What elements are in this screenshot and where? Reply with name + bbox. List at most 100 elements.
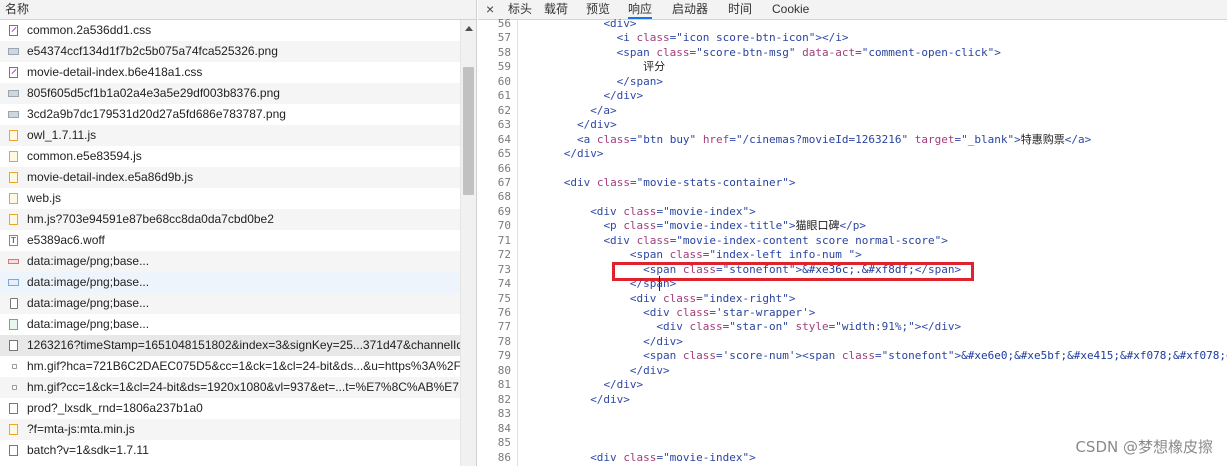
- request-row[interactable]: data:image/png;base...: [0, 272, 460, 293]
- code-line: </div>: [563, 147, 604, 161]
- document-icon: [9, 445, 18, 456]
- tab-6[interactable]: Cookie: [772, 0, 809, 18]
- request-row[interactable]: ?f=mta-js:mta.min.js: [0, 419, 460, 440]
- request-name: data:image/png;base...: [27, 275, 150, 289]
- line-number: 79: [497, 349, 511, 363]
- font-file-icon: T: [9, 235, 18, 246]
- line-number: 67: [497, 175, 511, 189]
- code-line: <span class="index-left info-num ">: [629, 248, 862, 262]
- code-line: <div>: [603, 17, 637, 30]
- name-column-header[interactable]: 名称: [0, 0, 476, 20]
- scrollbar-thumb[interactable]: [463, 67, 474, 195]
- request-name: movie-detail-index.e5a86d9b.js: [27, 170, 194, 184]
- code-line: <span class="stonefont">&#xe36c;.&#xf8df…: [643, 262, 962, 276]
- code-line: <div class="movie-index">: [590, 450, 756, 464]
- phone-image-icon: [10, 298, 18, 309]
- line-number: 65: [497, 147, 511, 161]
- request-name: 3cd2a9b7dc179531d20d27a5fd686e783787.png: [27, 107, 286, 121]
- tab-5[interactable]: 时间: [728, 0, 752, 18]
- request-list: common.2a536dd1.css e54374ccf134d1f7b2c5b…: [0, 20, 460, 461]
- css-file-icon: [9, 67, 18, 78]
- line-number: 66: [497, 161, 511, 175]
- response-code-view[interactable]: 56 57 58 59 60 61 62 63 64 65 66 67 68 69 70 71 72 73 74 75…: [478, 17, 1227, 466]
- gif-icon: [12, 364, 17, 369]
- tab-0[interactable]: 标头: [508, 0, 532, 18]
- code-line: <div class="star-on" style="width:91%;">…: [656, 320, 962, 334]
- request-name: prod?_lxsdk_rnd=1806a237b1a0: [27, 401, 203, 415]
- request-list-scrollbar[interactable]: [460, 20, 476, 466]
- image-file-icon: [8, 90, 19, 97]
- close-icon[interactable]: ×: [486, 0, 494, 18]
- code-line: 评分: [643, 60, 666, 74]
- request-row[interactable]: common.2a536dd1.css: [0, 20, 460, 41]
- js-file-icon: [9, 214, 18, 225]
- line-number: 80: [497, 363, 511, 377]
- line-number: 85: [497, 436, 511, 450]
- code-line: <div class="movie-index">: [590, 204, 756, 218]
- request-row[interactable]: batch?v=1&sdk=1.7.11: [0, 440, 460, 461]
- line-number: 86: [497, 450, 511, 464]
- request-name: common.e5e83594.js: [27, 149, 142, 163]
- line-number: 60: [497, 74, 511, 88]
- response-panel: × 标头 载荷 预览 响应 启动器 时间 Cookie 56 57 58 59 60 61 62 63 64…: [478, 0, 1227, 466]
- js-file-icon: [9, 151, 18, 162]
- code-line: </div>: [643, 334, 683, 348]
- line-number: 58: [497, 45, 511, 59]
- request-row[interactable]: e54374ccf134d1f7b2c5b075a74fca525326.png: [0, 41, 460, 62]
- scroll-up-arrow-icon[interactable]: [465, 26, 473, 31]
- code-line: <span class='score-num'><span class="sto…: [643, 349, 1227, 363]
- line-number: 59: [497, 60, 511, 74]
- request-row[interactable]: movie-detail-index.e5a86d9b.js: [0, 167, 460, 188]
- request-row[interactable]: data:image/png;base...: [0, 293, 460, 314]
- request-row[interactable]: movie-detail-index.b6e418a1.css: [0, 62, 460, 83]
- request-name: hm.js?703e94591e87be68cc8da0da7cbd0be2: [27, 212, 274, 226]
- code-line: <div class="movie-stats-container">: [563, 175, 796, 189]
- line-number: 69: [497, 204, 511, 218]
- request-row[interactable]: owl_1.7.11.js: [0, 125, 460, 146]
- code-line: <p class="movie-index-title">猫眼口碑</p>: [603, 219, 867, 233]
- line-number: 57: [497, 31, 511, 45]
- code-line: <span class="score-btn-msg" data-act="co…: [616, 45, 1001, 59]
- request-row[interactable]: web.js: [0, 188, 460, 209]
- line-number: 64: [497, 132, 511, 146]
- request-name: owl_1.7.11.js: [27, 128, 97, 142]
- image-file-icon: [8, 48, 19, 55]
- tab-4[interactable]: 启动器: [672, 0, 708, 18]
- request-row[interactable]: 3cd2a9b7dc179531d20d27a5fd686e783787.png: [0, 104, 460, 125]
- request-name: data:image/png;base...: [27, 296, 150, 310]
- code-line: <a class="btn buy" href="/cinemas?movieI…: [576, 132, 1092, 146]
- line-number: 56: [497, 17, 511, 30]
- gif-icon: [12, 385, 17, 390]
- line-number: 73: [497, 262, 511, 276]
- line-number: 62: [497, 103, 511, 117]
- code-line: </div>: [629, 363, 670, 377]
- request-row[interactable]: Te5389ac6.woff: [0, 230, 460, 251]
- request-row[interactable]: prod?_lxsdk_rnd=1806a237b1a0: [0, 398, 460, 419]
- request-name: hm.gif?cc=1&ck=1&cl=24-bit&ds=1920x1080&…: [27, 380, 459, 394]
- image-data-icon: [9, 319, 18, 330]
- request-row[interactable]: 1263216?timeStamp=1651048151802&index=3&…: [0, 335, 460, 356]
- request-list-panel: 名称 common.2a536dd1.css e54374ccf134d1f7b2…: [0, 0, 477, 466]
- request-name: data:image/png;base...: [27, 317, 150, 331]
- request-name: 805f605d5cf1b1a02a4e3a5e29df003b8376.png: [27, 86, 280, 100]
- request-row[interactable]: common.e5e83594.js: [0, 146, 460, 167]
- request-row[interactable]: hm.js?703e94591e87be68cc8da0da7cbd0be2: [0, 209, 460, 230]
- detail-tabs: × 标头 载荷 预览 响应 启动器 时间 Cookie: [478, 0, 1227, 20]
- request-row[interactable]: data:image/png;base...: [0, 314, 460, 335]
- tab-2[interactable]: 预览: [586, 0, 610, 18]
- code-line: </div>: [603, 89, 644, 103]
- line-number: 78: [497, 334, 511, 348]
- code-line: <div class="movie-index-content score no…: [603, 233, 948, 247]
- request-name: e5389ac6.woff: [27, 233, 105, 247]
- code-line: </div>: [603, 378, 644, 392]
- request-row[interactable]: hm.gif?hca=721B6C2DAEC075D5&cc=1&ck=1&cl…: [0, 356, 460, 377]
- request-row[interactable]: 805f605d5cf1b1a02a4e3a5e29df003b8376.png: [0, 83, 460, 104]
- document-icon: [9, 403, 18, 414]
- tab-1[interactable]: 载荷: [544, 0, 568, 18]
- request-row[interactable]: data:image/png;base...: [0, 251, 460, 272]
- code-line: <div class='star-wrapper'>: [643, 306, 816, 319]
- request-row[interactable]: hm.gif?cc=1&ck=1&cl=24-bit&ds=1920x1080&…: [0, 377, 460, 398]
- line-number: 71: [497, 233, 511, 247]
- request-name: common.2a536dd1.css: [27, 23, 152, 37]
- request-name: data:image/png;base...: [27, 254, 150, 268]
